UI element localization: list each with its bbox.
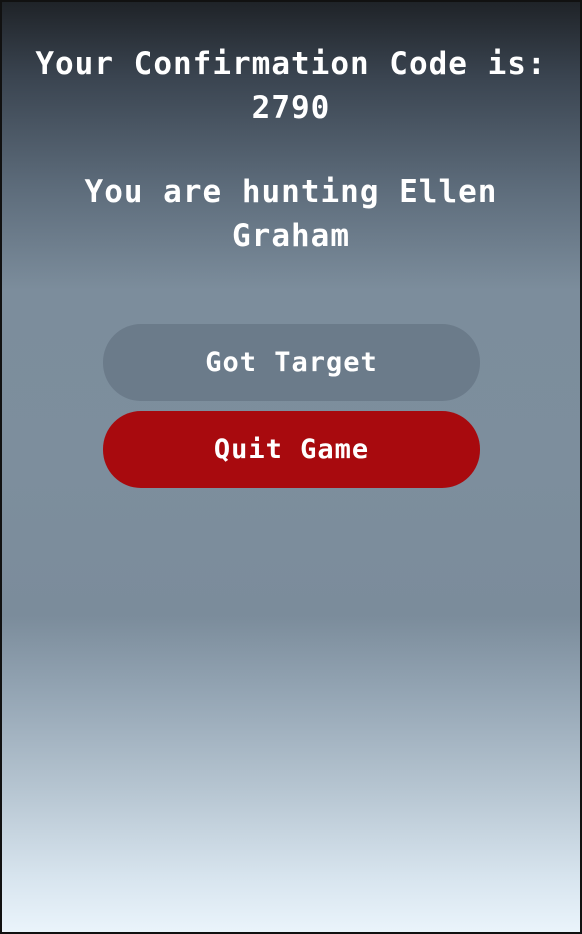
hunting-message: You are hunting Ellen Graham (62, 170, 520, 258)
hunting-line-2: Graham (232, 218, 350, 254)
quit-game-button[interactable]: Quit Game (103, 411, 480, 488)
hunting-line-1: You are hunting Ellen (84, 174, 498, 210)
game-screen: Your Confirmation Code is: 2790 You are … (2, 2, 580, 932)
confirmation-message: Your Confirmation Code is: 2790 (32, 42, 550, 130)
confirmation-code: 2790 (251, 90, 331, 126)
got-target-button[interactable]: Got Target (103, 324, 480, 401)
confirmation-label: Your Confirmation Code is: (35, 46, 547, 82)
